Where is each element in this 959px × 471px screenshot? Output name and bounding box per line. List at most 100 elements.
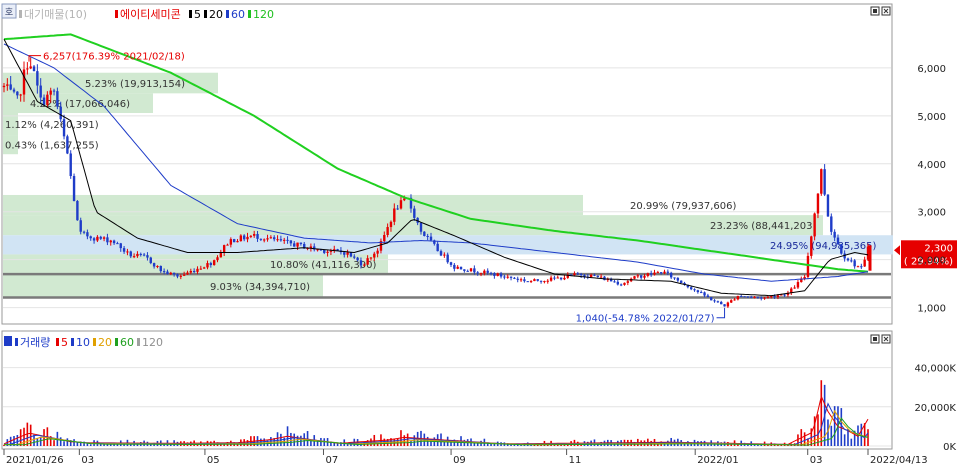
candle-body [359, 260, 363, 266]
candle-body [459, 266, 463, 270]
candle-body [720, 301, 723, 305]
supply-zone-label: 5.23% (19,913,154) [85, 79, 185, 90]
x-tick-label: 05 [207, 455, 220, 466]
legend-swatch [226, 10, 229, 18]
candle-body [116, 243, 119, 245]
candle-body [222, 245, 226, 253]
candle-body [76, 200, 79, 221]
candle-body [109, 240, 112, 243]
x-tick-label: 2021/01/26 [6, 455, 64, 466]
candle-body [770, 296, 773, 298]
candle-body [242, 235, 246, 240]
candle-body [36, 71, 39, 86]
candle-body [329, 250, 333, 252]
volume-bar [840, 408, 843, 446]
candle-body [399, 200, 403, 209]
candle-body [589, 274, 593, 278]
candle-body [860, 266, 863, 268]
candle-body [740, 296, 743, 298]
candle-body [803, 276, 806, 279]
candle-body [283, 239, 286, 241]
candle-body [806, 255, 810, 277]
candle-body [343, 252, 346, 255]
volume-bar [820, 380, 823, 446]
candle-body [279, 239, 283, 241]
candle-body [713, 300, 716, 302]
price-tick-label: 3,000 [917, 208, 946, 219]
candle-body [366, 258, 369, 265]
candle-body [766, 296, 770, 298]
candle-body [533, 279, 536, 282]
candle-body [616, 281, 620, 285]
legend-swatch [248, 10, 251, 18]
candle-body [506, 276, 509, 278]
candle-body [216, 257, 219, 261]
candle-body [659, 272, 663, 274]
candle-body [413, 208, 416, 218]
legend-swatch [204, 10, 207, 18]
candle-body [476, 272, 479, 274]
candle-body [676, 277, 680, 281]
candle-body [783, 294, 786, 296]
candle-body [753, 296, 756, 298]
candle-body [546, 280, 549, 282]
candle-body [473, 268, 476, 273]
candle-body [439, 251, 443, 256]
candle-body [229, 239, 233, 245]
candle-body [856, 266, 860, 268]
volume-legend-label: 60 [120, 336, 134, 349]
candle-body [152, 263, 156, 267]
volume-legend-label: 거래량 [20, 336, 50, 349]
candle-body [743, 296, 746, 298]
candle-body [423, 231, 426, 236]
candle-body [486, 270, 489, 273]
candle-body [850, 260, 853, 262]
candle-body [393, 208, 396, 222]
candle-body [489, 272, 493, 274]
candle-body [666, 271, 670, 273]
volume-bar [410, 441, 412, 446]
candle-body [192, 270, 196, 272]
candle-body [299, 242, 303, 244]
candle-body [156, 265, 159, 267]
candle-body [232, 239, 236, 243]
candle-body [323, 249, 326, 253]
candle-body [196, 268, 199, 272]
low-annotation: 1,040(-54.78% 2022/01/27) [576, 314, 715, 325]
candle-body [276, 239, 279, 241]
candle-body [16, 91, 19, 96]
candle-body [559, 277, 563, 280]
candle-body [79, 220, 82, 232]
candle-body [669, 272, 673, 278]
candle-body [159, 265, 162, 272]
candle-body [383, 234, 386, 242]
volume-bar [73, 439, 75, 446]
price-legend: 대기매물(10) 에이티세미콘 5 20 60 120 [19, 8, 274, 21]
candle-body [679, 280, 683, 283]
candle-body [363, 264, 366, 266]
candle-body [443, 254, 446, 256]
volume-legend-swatch [71, 338, 74, 346]
legend-label: 120 [253, 8, 274, 21]
candle-body [122, 248, 126, 252]
candle-body [212, 260, 216, 266]
legend-swatch [19, 10, 22, 18]
volume-bar [276, 432, 279, 446]
volume-bar [850, 438, 853, 446]
volume-minimize-icon [873, 337, 877, 341]
candle-body [816, 193, 820, 214]
price-tick-label: 1,000 [917, 304, 946, 315]
candle-body [693, 289, 696, 291]
candle-body [12, 89, 16, 92]
candle-body [479, 273, 483, 275]
candle-body [186, 272, 189, 275]
candle-body [69, 153, 72, 177]
high-annotation: 6,257(176.39% 2021/02/18) [43, 52, 185, 63]
candle-body [763, 297, 766, 299]
candle-body [289, 240, 293, 244]
volume-bar [403, 435, 406, 446]
candle-body [326, 251, 329, 253]
candle-body [239, 235, 243, 242]
candle-body [179, 275, 183, 277]
candle-body [19, 94, 22, 96]
